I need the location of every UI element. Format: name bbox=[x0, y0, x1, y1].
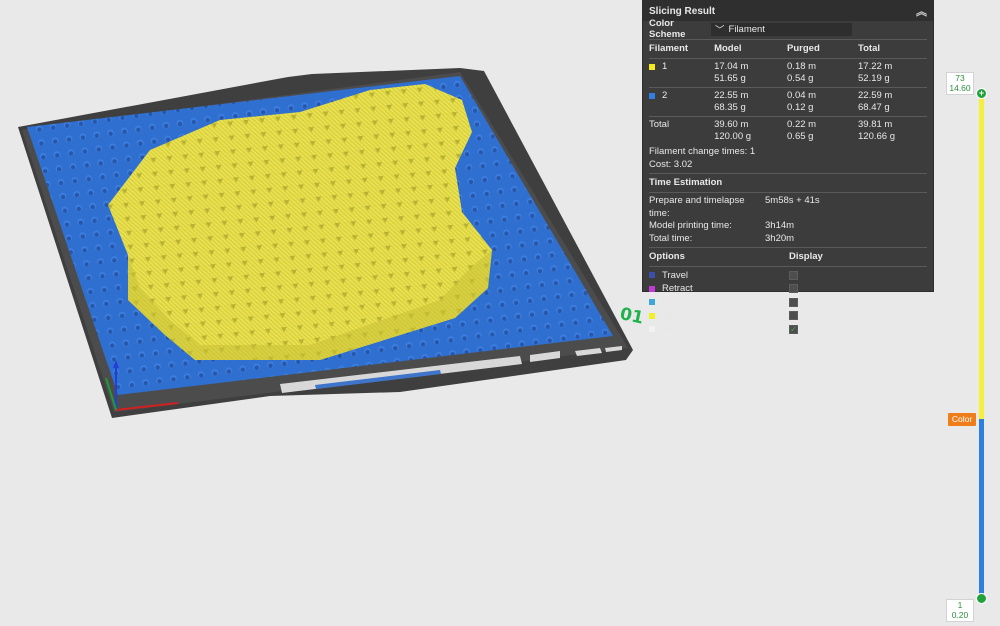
option-label: Seams bbox=[662, 323, 692, 335]
filament-row-2: 2 22.55 m 0.04 m 22.59 m 68.35 g 0.12 g … bbox=[643, 90, 933, 114]
option-seams: Seams ✓ bbox=[643, 323, 933, 337]
purged-weight: 0.54 g bbox=[787, 73, 814, 84]
model-weight: 51.65 g bbox=[714, 73, 746, 84]
slicing-result-panel: Slicing Result ︽ Color Scheme ﹀ Filament… bbox=[642, 0, 934, 335]
purged-length: 0.18 m bbox=[787, 61, 817, 72]
purged-weight: 0.12 g bbox=[787, 102, 814, 113]
time-label: Total time: bbox=[649, 232, 693, 244]
option-label: Retract bbox=[662, 283, 693, 294]
filament-change-times: Filament change times: 1 bbox=[649, 146, 756, 157]
options-header: Options Display bbox=[643, 250, 933, 264]
options-label: Options bbox=[649, 251, 685, 262]
top-slider-handle[interactable]: + bbox=[976, 88, 987, 99]
header-model: Model bbox=[714, 43, 742, 54]
time-value: 3h20m bbox=[765, 232, 795, 244]
filament-id: 2 bbox=[662, 90, 668, 101]
color-scheme-select[interactable]: ﹀ Filament bbox=[711, 22, 852, 36]
purged-length: 0.22 m bbox=[787, 119, 817, 130]
time-value: 3h14m bbox=[765, 220, 795, 231]
header-purged: Purged bbox=[787, 43, 820, 54]
divider bbox=[649, 173, 927, 174]
divider bbox=[649, 247, 927, 248]
time-row-model: Model printing time: 3h14m bbox=[643, 220, 933, 233]
filament-id: 1 bbox=[662, 61, 668, 72]
total-weight: 52.19 g bbox=[858, 73, 890, 84]
purged-length: 0.04 m bbox=[787, 90, 817, 101]
top-layer-height: 14.60 bbox=[949, 82, 971, 93]
total-length: 22.59 m bbox=[858, 90, 893, 101]
filament-2-swatch bbox=[649, 93, 655, 99]
model-weight: 120.00 g bbox=[714, 131, 752, 142]
option-wipe: Wipe bbox=[643, 309, 933, 323]
filament-1-swatch bbox=[649, 64, 655, 70]
time-label: Prepare and timelapse time: bbox=[649, 195, 745, 219]
seams-checkbox[interactable]: ✓ bbox=[789, 325, 798, 334]
total-weight: 68.47 g bbox=[858, 102, 890, 113]
bottom-layer-height: 0.20 bbox=[951, 609, 969, 620]
travel-checkbox[interactable] bbox=[789, 270, 798, 280]
unretract-swatch bbox=[649, 299, 655, 306]
time-value: 5m58s + 41s bbox=[765, 195, 820, 206]
check-icon: ✓ bbox=[790, 324, 797, 334]
total-length: 39.81 m bbox=[858, 119, 893, 130]
color-scheme-label: Color Scheme bbox=[649, 18, 686, 40]
retract-swatch bbox=[649, 285, 655, 292]
option-label: Travel bbox=[662, 269, 689, 281]
time-row-total: Total time: 3h20m bbox=[643, 233, 933, 246]
option-retract: Retract bbox=[643, 282, 933, 296]
wipe-checkbox[interactable] bbox=[789, 311, 798, 321]
layer-slider[interactable]: 73 14.60 + Color 1 0.20 bbox=[944, 68, 1000, 626]
total-length: 17.22 m bbox=[858, 61, 893, 72]
cost: Cost: 3.02 bbox=[649, 159, 693, 170]
plus-icon: + bbox=[978, 88, 985, 98]
option-travel: Travel bbox=[643, 269, 933, 283]
divider bbox=[649, 192, 927, 193]
bottom-slider-handle[interactable] bbox=[976, 593, 987, 604]
model-length: 39.60 m bbox=[714, 119, 749, 130]
purged-weight: 0.65 g bbox=[787, 131, 814, 142]
color-change-tag[interactable]: Color bbox=[948, 413, 976, 426]
plate-number-label: 01 bbox=[618, 304, 645, 328]
retract-checkbox[interactable] bbox=[789, 284, 798, 294]
header-filament: Filament bbox=[649, 43, 689, 54]
divider bbox=[649, 87, 927, 88]
model-weight: 68.35 g bbox=[714, 102, 746, 113]
header-total: Total bbox=[858, 43, 880, 54]
color-scheme-value: Filament bbox=[728, 23, 765, 35]
color-scheme-row: Color Scheme ﹀ Filament bbox=[643, 18, 933, 40]
time-label: Model printing time: bbox=[649, 220, 732, 231]
option-label: Unretract bbox=[662, 296, 702, 308]
display-label: Display bbox=[789, 251, 823, 262]
chevron-down-icon: ﹀ bbox=[715, 25, 725, 36]
time-row-prepare: Prepare and timelapse time: 5m58s + 41s bbox=[643, 195, 933, 220]
divider bbox=[649, 58, 927, 59]
top-layer-label: 73 14.60 bbox=[946, 72, 974, 95]
panel-title: Slicing Result bbox=[649, 5, 716, 17]
divider bbox=[649, 265, 927, 267]
total-weight: 120.66 g bbox=[858, 131, 895, 142]
option-label: Wipe bbox=[662, 310, 684, 321]
filament-table-header: Filament Model Purged Total bbox=[643, 42, 933, 56]
seams-swatch bbox=[649, 326, 655, 333]
model-length: 22.55 m bbox=[714, 90, 749, 101]
total-row: Total 39.60 m 0.22 m 39.81 m 120.00 g 0.… bbox=[643, 119, 933, 143]
bottom-layer-label: 1 0.20 bbox=[946, 599, 974, 622]
wipe-swatch bbox=[649, 312, 655, 319]
travel-swatch bbox=[649, 272, 655, 279]
option-unretract: Unretract bbox=[643, 296, 933, 310]
total-label: Total bbox=[649, 119, 670, 130]
slider-track-filament-2[interactable] bbox=[979, 419, 984, 599]
unretract-checkbox[interactable] bbox=[789, 297, 798, 307]
model-length: 17.04 m bbox=[714, 61, 749, 72]
time-estimation-title: Time Estimation bbox=[649, 177, 723, 188]
slider-track-filament-1[interactable] bbox=[979, 94, 984, 419]
filament-row-1: 1 17.04 m 0.18 m 17.22 m 51.65 g 0.54 g … bbox=[643, 61, 933, 85]
divider bbox=[649, 116, 927, 117]
double-chevron-up-icon[interactable]: ︽ bbox=[916, 3, 927, 19]
